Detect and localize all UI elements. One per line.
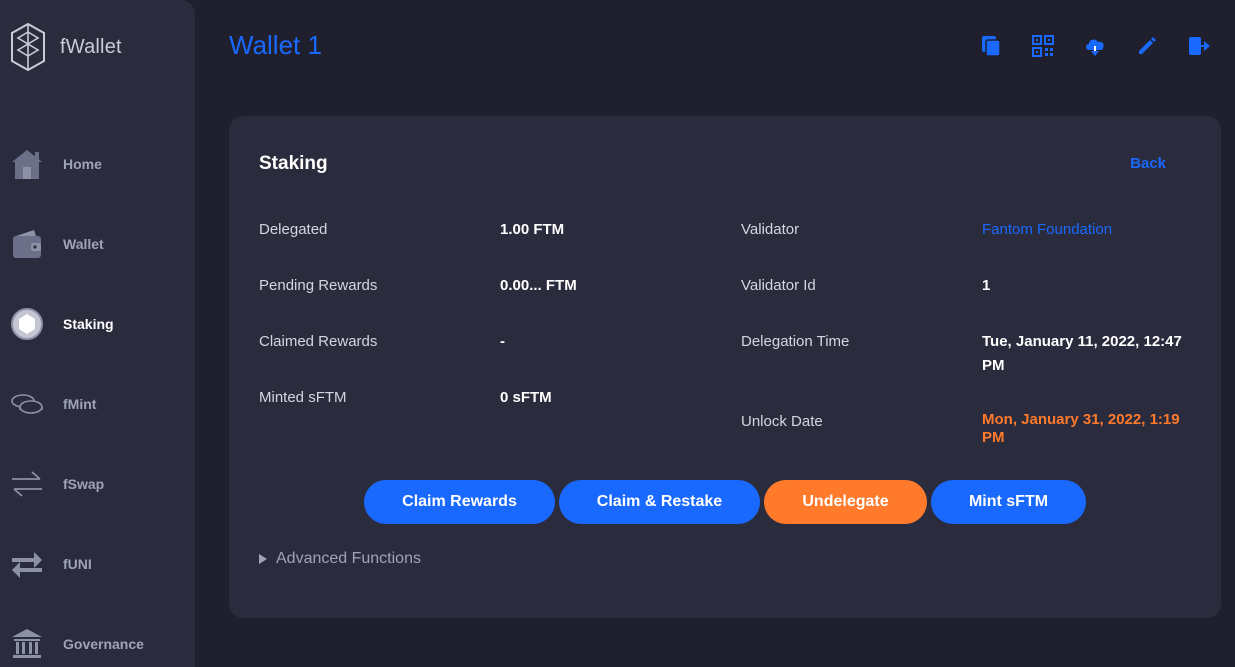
expand-triangle-icon [259,554,267,564]
wallet-icon [13,230,41,258]
undelegate-button[interactable]: Undelegate [764,480,927,524]
sidebar-item-label: fUNI [63,556,92,572]
sidebar-item-label: Governance [63,636,144,652]
minted-sftm-label: Minted sFTM [259,389,347,406]
sidebar-item-label: fMint [63,396,97,412]
app-name: fWallet [60,35,122,58]
validator-id-label: Validator Id [741,277,816,294]
sidebar-item-label: fSwap [63,476,105,492]
advanced-functions-label: Advanced Functions [276,550,421,567]
validator-id-value: 1 [982,277,991,294]
sidebar-item-wallet[interactable]: Wallet [0,221,195,267]
sidebar-item-label: Staking [63,316,114,332]
sidebar-item-governance[interactable]: Governance [0,621,195,667]
sidebar-item-label: Wallet [63,236,104,252]
staking-icon [11,308,43,340]
delegation-time-label: Delegation Time [741,333,850,350]
logout-icon[interactable] [1187,34,1211,58]
qr-code-icon[interactable] [1031,34,1055,58]
sidebar-item-fmint[interactable]: fMint [0,381,195,427]
claimed-rewards-label: Claimed Rewards [259,333,378,350]
claim-restake-button[interactable]: Claim & Restake [559,480,760,524]
transfer-arrows-icon [12,552,42,578]
delegated-value: 1.00 FTM [500,221,565,238]
unlock-date-label: Unlock Date [741,413,823,430]
minted-sftm-value: 0 sFTM [500,389,552,406]
card-title: Staking [259,153,328,174]
validator-label: Validator [741,221,800,238]
validator-link[interactable]: Fantom Foundation [982,218,1112,242]
claimed-rewards-value: - [500,333,505,350]
sidebar-item-home[interactable]: Home [0,141,195,187]
cloud-download-icon[interactable] [1083,34,1107,58]
sidebar-item-label: Home [63,156,102,172]
delegation-time-value: Tue, January 11, 2022, 12:47 PM [982,333,1182,374]
sidebar: fWallet Home Wallet Staking fMint fSwap … [0,0,195,667]
advanced-functions-toggle[interactable]: Advanced Functions [259,550,421,568]
swap-arrows-icon [12,471,42,497]
back-link[interactable]: Back [1130,155,1166,172]
home-icon [12,150,42,179]
fantom-logo-icon [11,22,45,72]
copy-icon[interactable] [979,34,1003,58]
coins-icon [11,394,43,414]
claim-rewards-button[interactable]: Claim Rewards [364,480,555,524]
pending-rewards-value: 0.00... FTM [500,277,577,294]
mint-sftm-button[interactable]: Mint sFTM [931,480,1086,524]
pending-rewards-label: Pending Rewards [259,277,378,294]
sidebar-item-fswap[interactable]: fSwap [0,461,195,507]
app-logo[interactable]: fWallet [9,22,122,72]
sidebar-item-staking[interactable]: Staking [0,301,195,347]
sidebar-item-funi[interactable]: fUNI [0,541,195,587]
staking-card: Staking Back Delegated 1.00 FTM Pending … [229,116,1221,618]
page-title: Wallet 1 [229,30,322,60]
unlock-date-value: Mon, January 31, 2022, 1:19 PM [982,411,1180,446]
edit-icon[interactable] [1135,34,1159,58]
delegated-label: Delegated [259,221,328,238]
bank-icon [12,629,42,658]
